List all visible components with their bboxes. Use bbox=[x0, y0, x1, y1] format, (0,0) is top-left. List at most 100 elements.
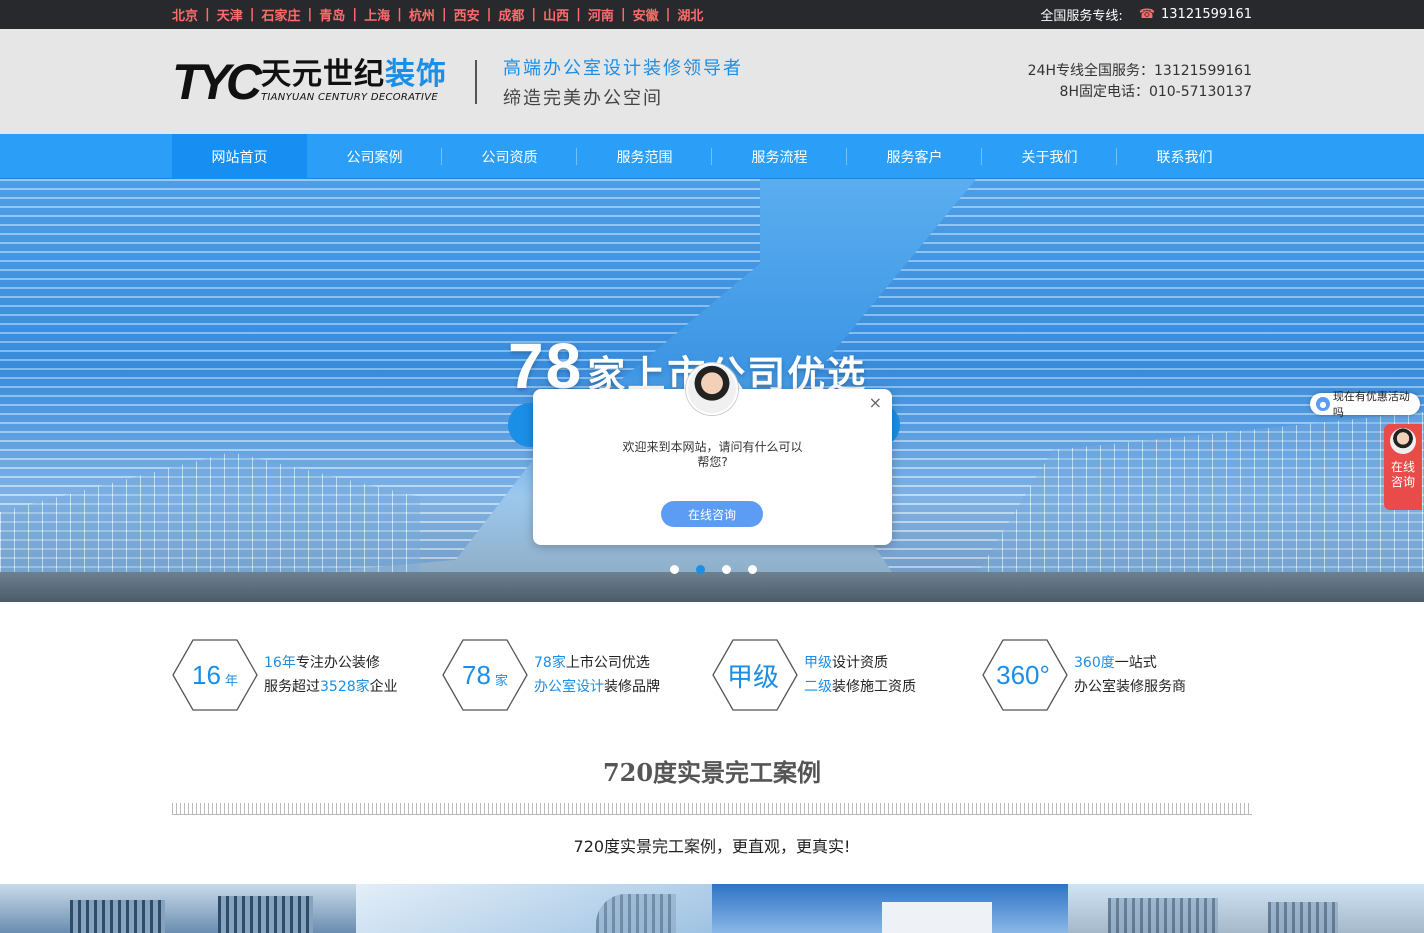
stat-text: 78家上市公司优选 办公室设计装修品牌 bbox=[534, 651, 660, 699]
section-subtitle: 720度实景完工案例，更直观，更真实! bbox=[573, 837, 851, 856]
stat-text: 甲级设计资质 二级装修施工资质 bbox=[804, 651, 916, 699]
agent-avatar bbox=[686, 363, 738, 415]
slide-dot[interactable] bbox=[696, 565, 705, 574]
stat-text-line-1: 上市公司优选 bbox=[565, 655, 650, 671]
nav-item[interactable]: 服务客户 bbox=[847, 134, 982, 179]
city-separator: | bbox=[486, 7, 492, 22]
city-link[interactable]: 山西 bbox=[543, 5, 569, 24]
city-link[interactable]: 河南 bbox=[588, 5, 614, 24]
city-link[interactable]: 天津 bbox=[217, 5, 243, 24]
close-icon[interactable]: × bbox=[869, 393, 882, 412]
chat-icon: ● bbox=[1316, 397, 1330, 411]
contact-24h: 24H专线全国服务：13121599161 bbox=[1027, 62, 1252, 79]
city-links: 北京 | 天津 | 石家庄 | 青岛 | 上海 | 杭州 | 西安 | 成都 | 山西 | 河南 | 安徽 | 湖北 bbox=[172, 5, 703, 24]
stat-highlight-2: 办公室设计 bbox=[534, 679, 604, 695]
city-link[interactable]: 上海 bbox=[364, 5, 390, 24]
city-separator: | bbox=[249, 7, 255, 22]
nav-item[interactable]: 服务范围 bbox=[577, 134, 712, 179]
city-separator: | bbox=[531, 7, 537, 22]
online-consult-button[interactable]: 在线咨询 bbox=[661, 501, 763, 527]
hex-value: 16 bbox=[192, 659, 221, 690]
stat-text: 360度一站式 办公室装修服务商 bbox=[1074, 651, 1186, 699]
hex-value: 甲级 bbox=[726, 661, 779, 692]
stat-text-line-2b: 装修施工资质 bbox=[832, 679, 916, 695]
promo-text: 现在有优惠活动吗 bbox=[1332, 390, 1410, 419]
city-link[interactable]: 成都 bbox=[498, 5, 524, 24]
slide-dot[interactable] bbox=[748, 565, 757, 574]
stat-text-line-1: 一站式 bbox=[1114, 655, 1157, 671]
banner-ground bbox=[0, 572, 1424, 602]
stat-highlight-2: 3528家 bbox=[320, 679, 370, 695]
slogan: 高端办公室设计装修领导者 缔造完美办公空间 bbox=[503, 54, 743, 110]
stat-highlight: 360度 bbox=[1074, 655, 1115, 671]
promo-chat-bubble[interactable]: ● 现在有优惠活动吗 bbox=[1310, 390, 1420, 419]
case-thumb[interactable] bbox=[356, 884, 712, 933]
logo-text: 天元世纪装饰 TIANYUAN CENTURY DECORATIVE bbox=[261, 57, 447, 104]
top-bar: 北京 | 天津 | 石家庄 | 青岛 | 上海 | 杭州 | 西安 | 成都 | 山西 | 河南 | 安徽 | 湖北 全国服… bbox=[0, 0, 1424, 29]
logo-mark: TYC bbox=[172, 53, 262, 110]
city-separator: | bbox=[307, 7, 313, 22]
city-link[interactable]: 北京 bbox=[172, 5, 198, 24]
city-separator: | bbox=[205, 7, 210, 22]
nav-item[interactable]: 网站首页 bbox=[172, 134, 307, 179]
city-separator: | bbox=[665, 7, 671, 22]
city-link[interactable]: 青岛 bbox=[319, 5, 345, 24]
logo-cn-b: 装饰 bbox=[385, 57, 447, 92]
hotline-label: 全国服务专线: bbox=[1040, 9, 1123, 24]
slogan-line-1: 高端办公室设计装修领导者 bbox=[503, 57, 743, 79]
stat-highlight: 甲级 bbox=[804, 655, 832, 671]
nav-item[interactable]: 公司资质 bbox=[442, 134, 577, 179]
city-separator: | bbox=[397, 7, 402, 22]
nav-item[interactable]: 服务流程 bbox=[712, 134, 847, 179]
hexagon-badge: 甲级 bbox=[712, 639, 798, 711]
stat-text: 16年专注办公装修 服务超过3528家企业 bbox=[264, 651, 398, 699]
side-consult-label: 在线咨询 bbox=[1390, 460, 1415, 489]
section-title: 720度实景完工案例 bbox=[602, 758, 822, 787]
city-link[interactable]: 杭州 bbox=[409, 5, 435, 24]
slide-dot[interactable] bbox=[670, 565, 679, 574]
logo-en: TIANYUAN CENTURY DECORATIVE bbox=[261, 92, 439, 103]
slogan-line-2: 缔造完美办公空间 bbox=[503, 87, 663, 109]
stat-text-line-2a: 服务超过 bbox=[264, 679, 320, 695]
hexagon-badge: 78 家 bbox=[442, 639, 528, 711]
banner-pagination bbox=[670, 565, 757, 574]
stat-text-line-1: 设计资质 bbox=[832, 655, 888, 671]
hex-value: 78 bbox=[462, 659, 491, 690]
hexagon-badge: 16 年 bbox=[172, 639, 258, 711]
case-thumb[interactable] bbox=[0, 884, 356, 933]
stat-text-line-1: 专注办公装修 bbox=[295, 655, 380, 671]
city-link[interactable]: 西安 bbox=[454, 5, 480, 24]
logo[interactable]: TYC 天元世纪装饰 TIANYUAN CENTURY DECORATIVE bbox=[172, 52, 447, 112]
contact-8h: 8H固定电话：010-57130137 bbox=[1059, 83, 1252, 100]
logo-cn-a: 天元世纪 bbox=[261, 57, 385, 92]
chat-popup: × 欢迎来到本网站，请问有什么可以帮您? 在线咨询 bbox=[533, 363, 892, 545]
stat-item: 78 家 78家上市公司优选 办公室设计装修品牌 bbox=[442, 639, 712, 711]
nav-item[interactable]: 联系我们 bbox=[1117, 134, 1252, 179]
city-link[interactable]: 湖北 bbox=[677, 5, 703, 24]
site-header: TYC 天元世纪装饰 TIANYUAN CENTURY DECORATIVE 高… bbox=[0, 29, 1424, 134]
section-ruler-divider bbox=[172, 803, 1252, 815]
hex-unit: 家 bbox=[494, 672, 508, 688]
hexagon-badge: 360° bbox=[982, 639, 1068, 711]
city-separator: | bbox=[441, 7, 447, 22]
case-gallery bbox=[0, 884, 1424, 933]
hotline: 全国服务专线: ☎ 13121599161 bbox=[1040, 5, 1252, 24]
header-divider bbox=[475, 59, 477, 104]
case-thumb[interactable] bbox=[1068, 884, 1424, 933]
hex-unit: 年 bbox=[224, 672, 238, 688]
city-link[interactable]: 安徽 bbox=[633, 5, 659, 24]
slide-dot[interactable] bbox=[722, 565, 731, 574]
header-contact: 24H专线全国服务：13121599161 8H固定电话：010-5713013… bbox=[1028, 61, 1252, 103]
city-link[interactable]: 石家庄 bbox=[262, 5, 301, 24]
nav-item[interactable]: 公司案例 bbox=[307, 134, 442, 179]
hotline-phone[interactable]: 13121599161 bbox=[1161, 7, 1252, 22]
nav-item[interactable]: 关于我们 bbox=[982, 134, 1117, 179]
case-thumb[interactable] bbox=[712, 884, 1068, 933]
side-consult-button[interactable]: 在线咨询 bbox=[1384, 424, 1422, 510]
agent-avatar-small bbox=[1390, 428, 1416, 454]
popup-message: 欢迎来到本网站，请问有什么可以帮您? bbox=[622, 440, 803, 469]
stats-section: 16 年 16年专注办公装修 服务超过3528家企业 78 家 78家上市公司优选 办公室设计… bbox=[0, 602, 1424, 752]
stat-item: 360° 360度一站式 办公室装修服务商 bbox=[982, 639, 1252, 711]
city-separator: | bbox=[620, 7, 626, 22]
city-separator: | bbox=[576, 7, 581, 22]
